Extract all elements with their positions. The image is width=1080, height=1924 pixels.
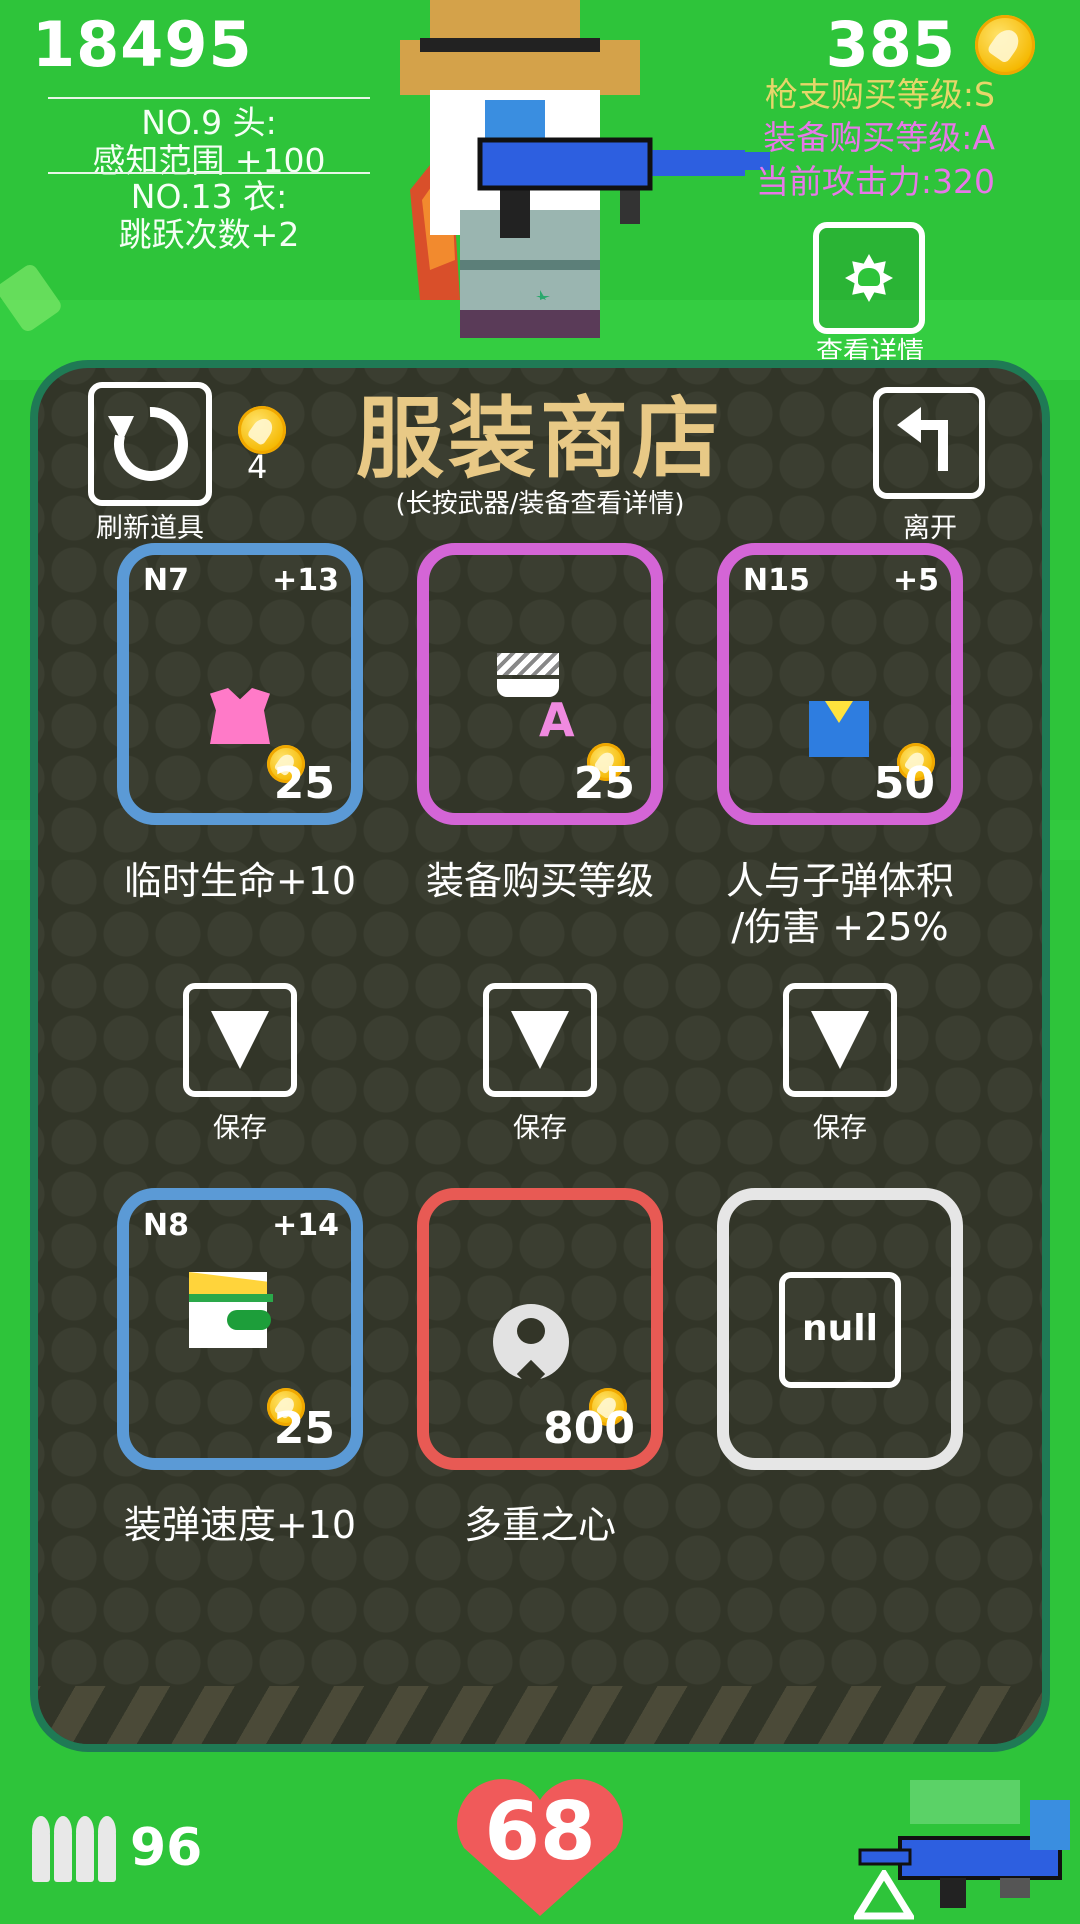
save-label-2: 保存 <box>513 1113 567 1144</box>
item-1-label: 临时生命+10 <box>123 859 357 903</box>
item-price: 25 <box>273 758 335 809</box>
coin-icon <box>975 15 1035 75</box>
score: 18495 <box>32 8 253 81</box>
equip-head-effect: 感知范围 +100 <box>92 141 326 180</box>
save-button-3[interactable] <box>783 983 897 1097</box>
sunglasses-icon <box>497 653 559 675</box>
grade-a-icon: A <box>539 693 575 747</box>
gun-purchase-level: 枪支购买等级:S <box>764 75 995 114</box>
shop-item-1[interactable]: N7 +13 25 <box>117 543 363 825</box>
item-price: 25 <box>273 1403 335 1454</box>
item-code: N8 <box>143 1208 189 1243</box>
item-2-label: 装备购买等级 <box>425 859 654 903</box>
player-character <box>395 0 770 340</box>
refresh-button[interactable] <box>88 382 212 506</box>
null-text: null <box>802 1308 878 1349</box>
divider <box>48 172 370 174</box>
shirt-collar-icon <box>825 701 853 723</box>
item-code: N7 <box>143 563 189 598</box>
down-arrow-icon <box>811 1011 869 1069</box>
item-code: N15 <box>743 563 810 598</box>
save-label-3: 保存 <box>813 1113 867 1144</box>
view-details-button[interactable] <box>813 222 925 334</box>
shop-item-3[interactable]: N15 +5 50 <box>717 543 963 825</box>
refresh-label: 刷新道具 <box>96 513 204 544</box>
item-price: 25 <box>573 758 635 809</box>
skull-badge-icon <box>845 254 893 302</box>
equip-body-effect: 跳跃次数+2 <box>118 215 300 254</box>
down-arrow-icon <box>211 1011 269 1069</box>
equip-purchase-level: 装备购买等级:A <box>763 118 995 157</box>
coin-icon <box>238 406 286 454</box>
refresh-icon <box>108 406 188 481</box>
item-price: 50 <box>873 758 935 809</box>
coin-count: 385 <box>825 8 955 81</box>
shop-item-empty: null <box>717 1188 963 1470</box>
shop-item-5[interactable]: 800 <box>417 1188 663 1470</box>
equip-body-slot: NO.13 衣: <box>130 177 288 216</box>
null-icon: null <box>779 1272 901 1388</box>
item-bonus: +14 <box>272 1208 339 1243</box>
equip-body: NO.13 衣: 跳跃次数+2 <box>48 178 370 254</box>
item-price: 800 <box>543 1403 635 1454</box>
item-4-label: 装弹速度+10 <box>123 1503 357 1547</box>
pink-vest-icon <box>210 688 270 744</box>
divider <box>48 97 370 99</box>
item-3-label: 人与子弹体积 /伤害 +25% <box>725 859 954 949</box>
back-arrow-icon <box>897 407 948 471</box>
save-label-1: 保存 <box>213 1113 267 1144</box>
shop-item-2[interactable]: A 25 <box>417 543 663 825</box>
leave-label: 离开 <box>903 513 957 544</box>
save-button-1[interactable] <box>183 983 297 1097</box>
equip-head-slot: NO.9 头: <box>141 103 277 142</box>
equip-head: NO.9 头: 感知范围 +100 <box>48 104 370 180</box>
hazard-stripe <box>38 1686 1042 1744</box>
multi-heart-icon <box>493 1304 569 1389</box>
item-bonus: +13 <box>272 563 339 598</box>
item-5-label: 多重之心 <box>463 1503 616 1547</box>
headband-band-icon <box>189 1294 273 1302</box>
save-button-2[interactable] <box>483 983 597 1097</box>
switch-triangle-icon <box>854 1870 914 1920</box>
shop-item-4[interactable]: N8 +14 25 <box>117 1188 363 1470</box>
weapon-switch[interactable] <box>850 1760 1080 1920</box>
item-bonus: +5 <box>892 563 939 598</box>
goggles-icon <box>227 1310 271 1330</box>
down-arrow-icon <box>511 1011 569 1069</box>
leave-button[interactable] <box>873 387 985 499</box>
refresh-cost: 4 <box>247 448 268 486</box>
attack-power: 当前攻击力:320 <box>755 162 995 201</box>
